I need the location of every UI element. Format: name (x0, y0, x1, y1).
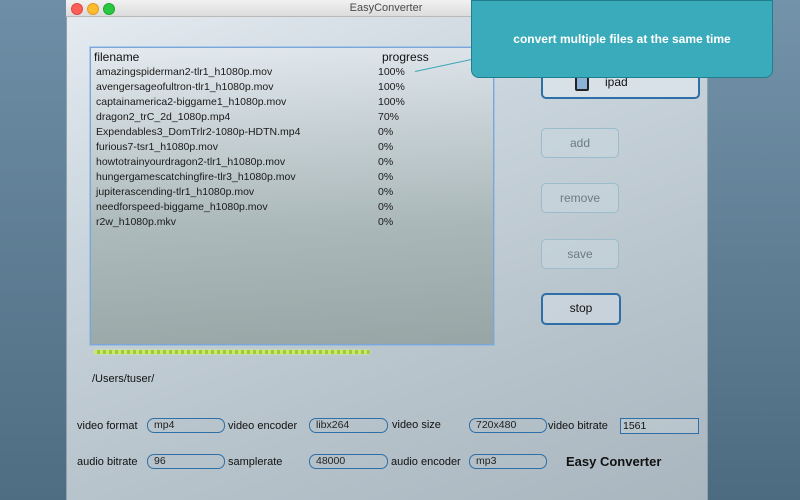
filename-cell: r2w_h1080p.mkv (96, 216, 176, 228)
video-encoder-label: video encoder (228, 420, 298, 432)
list-item[interactable]: furious7-tsr1_h1080p.mov 0% (91, 141, 491, 156)
stop-button[interactable]: stop (541, 293, 621, 325)
feature-callout: convert multiple files at the same time (471, 0, 773, 78)
progress-cell: 100% (378, 66, 405, 78)
list-item[interactable]: avengersageofultron-tlr1_h1080p.mov 100% (91, 81, 491, 96)
list-item[interactable]: captainamerica2-biggame1_h1080p.mov 100% (91, 96, 491, 111)
column-header-progress[interactable]: progress (382, 50, 429, 64)
progress-cell: 0% (378, 216, 394, 228)
remove-button[interactable]: remove (541, 183, 619, 213)
list-item[interactable]: r2w_h1080p.mkv 0% (91, 216, 491, 231)
filename-cell: furious7-tsr1_h1080p.mov (96, 141, 218, 153)
filename-cell: howtotrainyourdragon2-tlr1_h1080p.mov (96, 156, 286, 168)
samplerate-field[interactable]: 48000 (309, 454, 388, 469)
video-format-label: video format (77, 420, 138, 432)
output-path: /Users/tuser/ (92, 373, 155, 385)
add-button[interactable]: add (541, 128, 619, 158)
list-item[interactable]: hungergamescatchingfire-tlr3_h1080p.mov … (91, 171, 491, 186)
video-encoder-field[interactable]: libx264 (309, 418, 388, 433)
audio-bitrate-label: audio bitrate (77, 456, 138, 468)
progress-cell: 0% (378, 126, 394, 138)
video-size-field[interactable]: 720x480 (469, 418, 547, 433)
progress-cell: 0% (378, 156, 394, 168)
video-format-field[interactable]: mp4 (147, 418, 225, 433)
column-header-filename[interactable]: filename (94, 50, 139, 64)
audio-encoder-label: audio encoder (391, 456, 461, 468)
filename-cell: Expendables3_DomTrlr2-1080p-HDTN.mp4 (96, 126, 301, 138)
filename-cell: needforspeed-biggame_h1080p.mov (96, 201, 268, 213)
file-list[interactable]: filename progress amazingspiderman2-tlr1… (90, 47, 494, 345)
list-item[interactable]: needforspeed-biggame_h1080p.mov 0% (91, 201, 491, 216)
list-item[interactable]: dragon2_trC_2d_1080p.mp4 70% (91, 111, 491, 126)
save-button[interactable]: save (541, 239, 619, 269)
progress-cell: 0% (378, 186, 394, 198)
list-item[interactable]: howtotrainyourdragon2-tlr1_h1080p.mov 0% (91, 156, 491, 171)
filename-cell: hungergamescatchingfire-tlr3_h1080p.mov (96, 171, 296, 183)
list-item[interactable]: jupiterascending-tlr1_h1080p.mov 0% (91, 186, 491, 201)
progress-cell: 0% (378, 171, 394, 183)
audio-encoder-field[interactable]: mp3 (469, 454, 547, 469)
progress-cell: 70% (378, 111, 400, 123)
filename-cell: amazingspiderman2-tlr1_h1080p.mov (96, 66, 273, 78)
filename-cell: avengersageofultron-tlr1_h1080p.mov (96, 81, 274, 93)
progress-cell: 100% (378, 96, 405, 108)
progress-cell: 0% (378, 141, 394, 153)
progress-cell: 0% (378, 201, 394, 213)
filename-cell: jupiterascending-tlr1_h1080p.mov (96, 186, 255, 198)
video-size-label: video size (392, 419, 441, 431)
audio-bitrate-field[interactable]: 96 (147, 454, 225, 469)
app-brand-label: Easy Converter (566, 454, 662, 469)
samplerate-label: samplerate (228, 456, 283, 468)
video-bitrate-label: video bitrate (548, 420, 608, 432)
overall-progress-bar (94, 350, 370, 354)
filename-cell: dragon2_trC_2d_1080p.mp4 (96, 111, 231, 123)
filename-cell: captainamerica2-biggame1_h1080p.mov (96, 96, 287, 108)
list-item[interactable]: Expendables3_DomTrlr2-1080p-HDTN.mp4 0% (91, 126, 491, 141)
video-bitrate-field[interactable]: 1561 (620, 418, 699, 434)
desktop-background-left (0, 0, 66, 500)
progress-cell: 100% (378, 81, 405, 93)
